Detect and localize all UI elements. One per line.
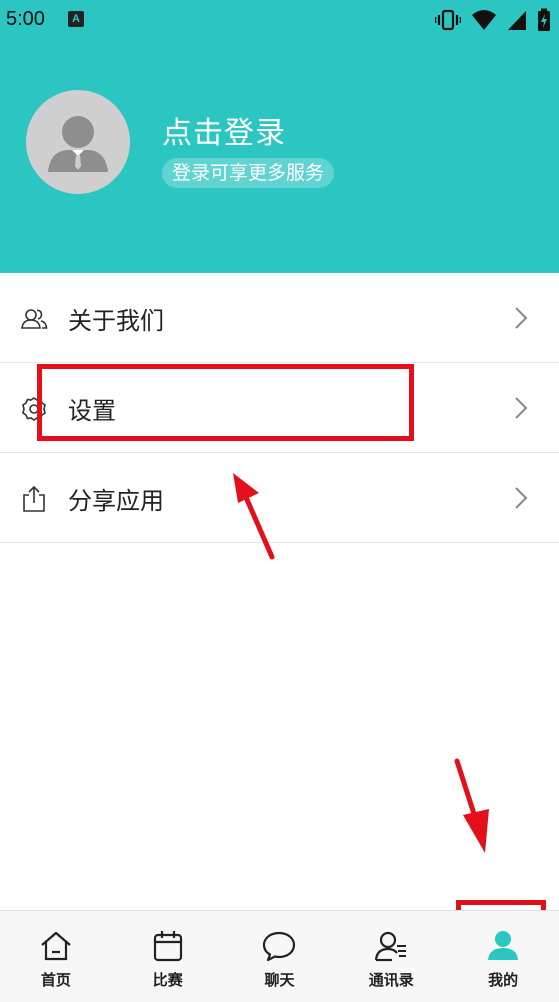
- status-indicators: [435, 8, 551, 32]
- calendar-icon: [153, 931, 182, 962]
- gear-icon: [22, 397, 46, 421]
- tab-label: 通讯录: [368, 971, 414, 989]
- chat-bubble-icon: [263, 931, 296, 962]
- signal-icon: [508, 11, 526, 30]
- wifi-icon: [472, 10, 496, 30]
- contacts-icon: [375, 931, 407, 962]
- share-icon: [23, 485, 45, 512]
- vibrate-icon: [435, 9, 461, 31]
- tab-contacts[interactable]: 通讯录: [335, 911, 447, 1002]
- tab-label: 聊天: [264, 971, 295, 989]
- home-icon: [41, 931, 71, 961]
- menu-item-share-app[interactable]: 分享应用: [0, 453, 559, 543]
- tab-label: 比赛: [152, 971, 183, 989]
- menu-item-about-us[interactable]: 关于我们: [0, 273, 559, 363]
- chevron-right-icon: [515, 487, 528, 509]
- battery-charging-icon: [538, 8, 550, 31]
- menu-item-label: 关于我们: [68, 307, 164, 335]
- status-time: 5:00: [6, 8, 45, 30]
- people-icon: [21, 309, 48, 329]
- user-icon: [488, 931, 519, 960]
- tab-home[interactable]: 首页: [0, 911, 112, 1002]
- chevron-right-icon: [515, 397, 528, 419]
- menu-item-label: 分享应用: [68, 487, 164, 515]
- menu-item-settings[interactable]: 设置: [0, 363, 559, 453]
- tab-label: 首页: [40, 971, 71, 989]
- chevron-right-icon: [515, 307, 528, 329]
- settings-menu: 关于我们 设置 分享应用: [0, 273, 559, 543]
- login-title[interactable]: 点击登录: [162, 108, 286, 152]
- bottom-tab-bar: 首页 比赛 聊天 通讯录 我的: [0, 910, 559, 1002]
- login-subtitle-badge: 登录可享更多服务: [162, 158, 335, 188]
- profile-header[interactable]: 点击登录 登录可享更多服务: [0, 40, 559, 273]
- arrow-to-mine-tab: [454, 758, 489, 853]
- tab-mine[interactable]: 我的: [447, 911, 559, 1002]
- notification-app-icon: A: [68, 11, 84, 27]
- avatar[interactable]: [26, 90, 130, 194]
- menu-item-label: 设置: [68, 397, 116, 425]
- tab-chat[interactable]: 聊天: [224, 911, 336, 1002]
- status-bar: 5:00 A: [0, 0, 559, 40]
- tab-label: 我的: [488, 971, 519, 989]
- default-avatar-icon: [48, 116, 108, 172]
- tab-matches[interactable]: 比赛: [112, 911, 224, 1002]
